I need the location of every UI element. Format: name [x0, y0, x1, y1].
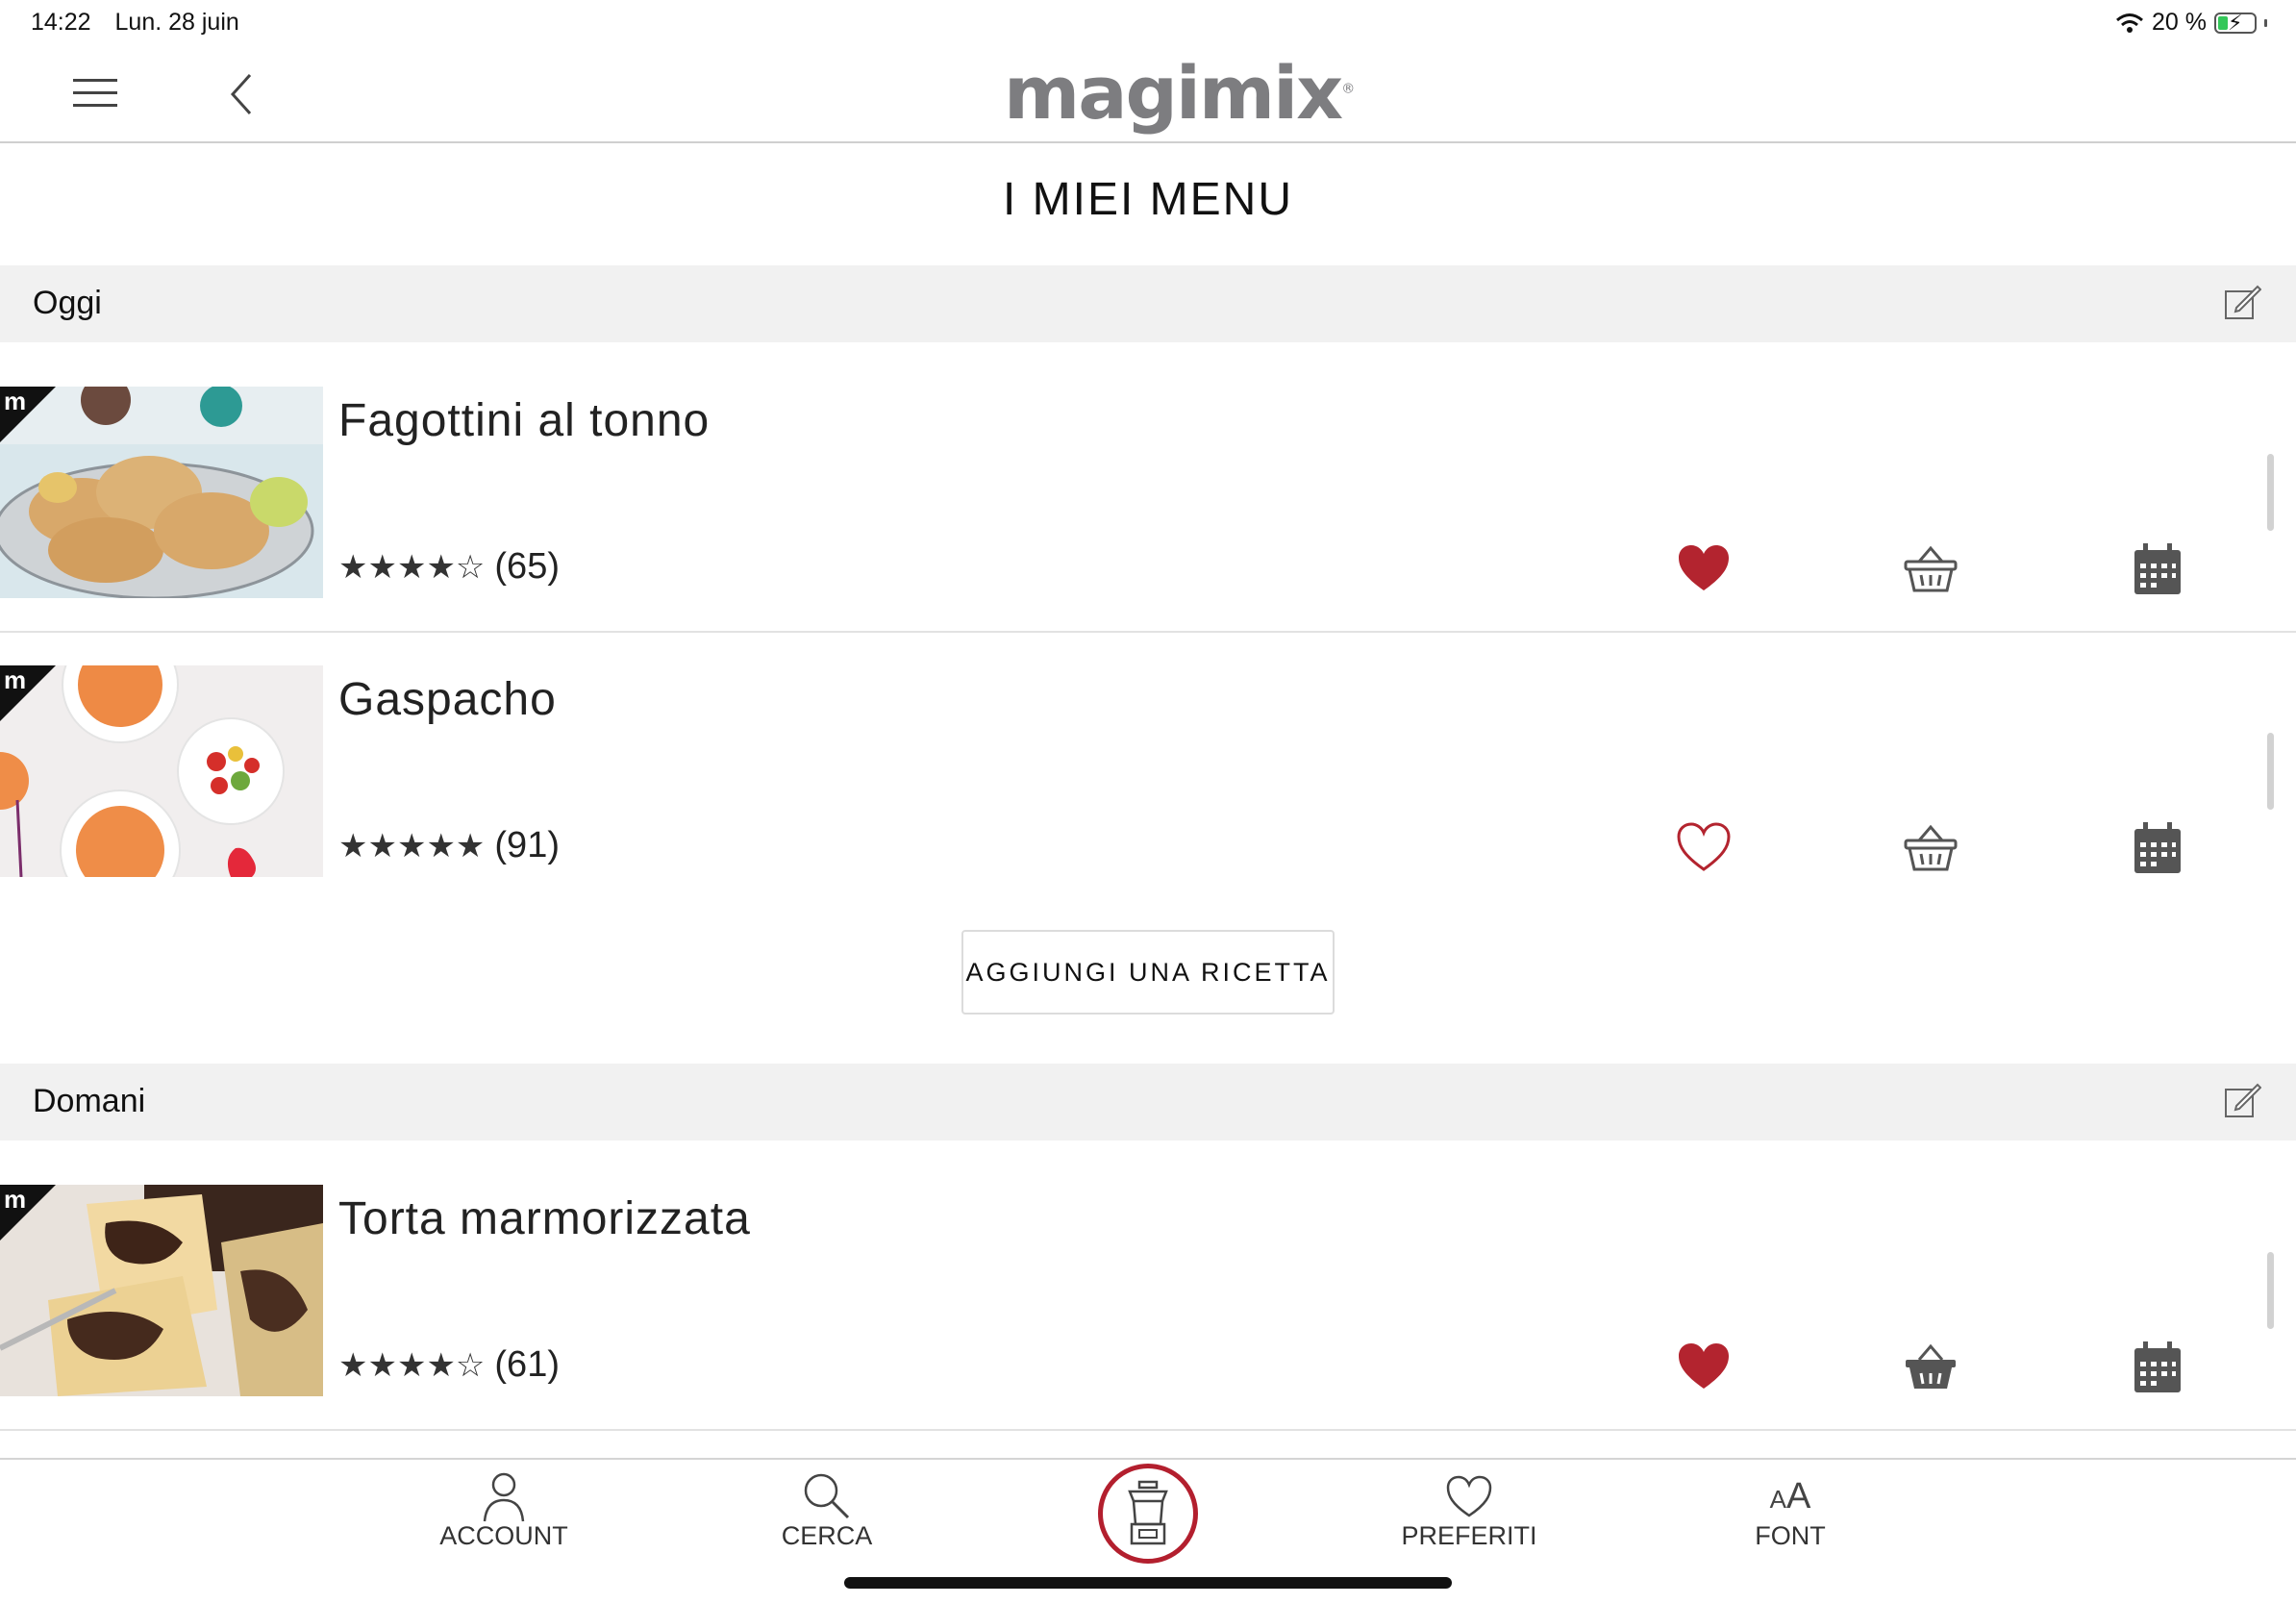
recipe-row-gaspacho[interactable]: m Gaspacho ★★★★★ (91): [0, 665, 2296, 910]
scroll-indicator[interactable]: [2267, 733, 2274, 810]
tab-label: FONT: [1755, 1521, 1826, 1550]
recipe-image[interactable]: m: [0, 1185, 323, 1396]
calendar-icon[interactable]: [2129, 1339, 2186, 1396]
edit-icon[interactable]: [2223, 1081, 2261, 1119]
status-bar: 14:22 Lun. 28 juin 20 % ⚡: [0, 0, 2296, 44]
hamburger-menu-icon[interactable]: [73, 79, 119, 110]
add-recipe-button[interactable]: AGGIUNGI UNA RICETTA: [961, 930, 1335, 1015]
row-divider: [0, 1429, 2296, 1431]
status-left: 14:22 Lun. 28 juin: [31, 9, 257, 37]
page-title: I MIEI MENU: [1002, 174, 1293, 225]
calendar-icon[interactable]: [2129, 819, 2186, 877]
scroll-indicator[interactable]: [2267, 454, 2274, 531]
calendar-icon[interactable]: [2129, 540, 2186, 598]
review-count: (91): [494, 825, 560, 865]
recipe-name[interactable]: Gaspacho: [338, 673, 557, 726]
basket-icon[interactable]: [1902, 819, 1959, 877]
review-count: (61): [494, 1344, 560, 1385]
recipe-row-fagottini[interactable]: m Fagottini al tonno ★★★★☆ (65): [0, 387, 2296, 631]
tab-account[interactable]: ACCOUNT: [408, 1469, 600, 1566]
magimix-badge: m: [4, 665, 27, 694]
recipe-image[interactable]: m: [0, 387, 323, 598]
basket-icon[interactable]: [1902, 540, 1959, 598]
status-right: 20 % ⚡: [2115, 9, 2267, 37]
heart-icon: [1446, 1475, 1492, 1517]
battery-icon: ⚡: [2214, 11, 2257, 35]
tab-label: CERCA: [781, 1521, 873, 1550]
section-label: Domani: [33, 1083, 146, 1119]
star-rating-icon: ★★★★☆: [338, 1346, 486, 1384]
food-processor-button[interactable]: [1098, 1464, 1198, 1564]
recipe-rating: ★★★★☆ (61): [338, 1344, 560, 1386]
edit-icon[interactable]: [2223, 283, 2261, 321]
status-date: Lun. 28 juin: [114, 9, 239, 36]
tab-label: PREFERITI: [1401, 1521, 1537, 1550]
wifi-icon: [2116, 13, 2143, 33]
basket-filled-icon[interactable]: [1902, 1339, 1959, 1396]
battery-percentage: 20 %: [2152, 9, 2207, 36]
favorite-heart-outline-icon[interactable]: [1675, 819, 1733, 877]
recipe-rating: ★★★★☆ (65): [338, 546, 560, 588]
status-time: 14:22: [31, 9, 91, 36]
recipe-image[interactable]: m: [0, 665, 323, 877]
section-header-oggi: Oggi: [0, 265, 2296, 342]
tab-font[interactable]: AA FONT: [1694, 1469, 1886, 1566]
star-rating-icon: ★★★★★: [338, 827, 486, 865]
magimix-logo: magimix®: [1004, 50, 1355, 136]
tab-label: ACCOUNT: [439, 1521, 568, 1550]
row-divider: [0, 631, 2296, 633]
section-label: Oggi: [33, 285, 102, 321]
magimix-badge: m: [4, 387, 27, 415]
food-processor-icon: [1128, 1480, 1168, 1545]
search-icon: [804, 1473, 850, 1519]
star-rating-icon: ★★★★☆: [338, 548, 486, 586]
recipe-name[interactable]: Torta marmorizzata: [338, 1192, 751, 1245]
section-header-domani: Domani: [0, 1064, 2296, 1140]
recipe-name[interactable]: Fagottini al tonno: [338, 394, 710, 447]
favorite-heart-icon[interactable]: [1675, 1339, 1733, 1396]
review-count: (65): [494, 546, 560, 587]
app-header: magimix®: [0, 44, 2296, 143]
home-indicator[interactable]: [844, 1577, 1452, 1589]
favorite-heart-icon[interactable]: [1675, 540, 1733, 598]
magimix-badge: m: [4, 1185, 27, 1214]
tab-favorites[interactable]: PREFERITI: [1373, 1469, 1565, 1566]
recipe-rating: ★★★★★ (91): [338, 825, 560, 866]
tab-search[interactable]: CERCA: [731, 1469, 923, 1566]
scroll-indicator[interactable]: [2267, 1252, 2274, 1329]
user-icon: [483, 1472, 525, 1522]
back-chevron-icon[interactable]: [227, 71, 256, 117]
recipe-row-torta-marmorizzata[interactable]: m Torta marmorizzata ★★★★☆ (61): [0, 1185, 2296, 1429]
font-size-icon: AA: [1769, 1476, 1811, 1516]
